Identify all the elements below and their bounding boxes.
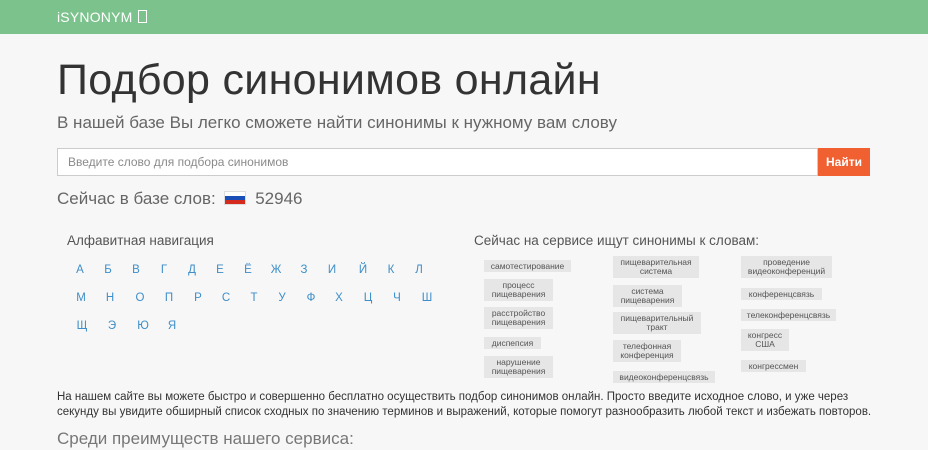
alphabet-letter[interactable]: К <box>384 264 398 276</box>
synonym-tag[interactable]: конференцсвязь <box>741 288 822 300</box>
alphabet-letter[interactable]: Ю <box>136 320 150 332</box>
alphabet-letter[interactable]: Л <box>412 264 426 276</box>
synonym-tag[interactable]: телефонная конференция <box>613 340 681 362</box>
top-navbar: iSYNONYM <box>0 0 928 34</box>
alphabet-letter[interactable]: З <box>297 264 311 276</box>
alphabet-letter[interactable]: М <box>74 292 88 304</box>
alphabet-letter[interactable]: Т <box>247 292 261 304</box>
alphabet-letter[interactable]: У <box>275 292 289 304</box>
synonym-tag[interactable]: нарушение пищеварения <box>484 356 553 378</box>
synonym-tag[interactable]: пищеварительная система <box>613 256 699 278</box>
alphabet-letter[interactable]: П <box>162 292 176 304</box>
page-title: Подбор синонимов онлайн <box>57 56 601 104</box>
alphabet-letter[interactable]: Ф <box>304 292 318 304</box>
alphabet-letter[interactable]: Э <box>105 320 119 332</box>
synonym-tag[interactable]: система пищеварения <box>613 285 682 307</box>
synonym-tag[interactable]: самотестирование <box>484 260 571 272</box>
synonym-tag[interactable]: диспепсия <box>484 337 541 349</box>
alphabet-letter[interactable]: Ё <box>241 264 255 276</box>
search-button[interactable]: Найти <box>818 148 870 176</box>
synonym-tag[interactable]: процесс пищеварения <box>484 279 553 301</box>
synonym-tag[interactable]: проведение видеоконференций <box>741 256 832 278</box>
alphabet-letter[interactable]: Ж <box>269 264 283 276</box>
synonym-tag[interactable]: расстройство пищеварения <box>484 307 553 329</box>
alphabet-letter[interactable]: Щ <box>75 320 89 332</box>
alphabet-heading: Алфавитная навигация <box>67 233 214 248</box>
alphabet-letter[interactable]: Г <box>157 264 171 276</box>
synonym-tag[interactable]: пищеварительный тракт <box>613 312 701 334</box>
alphabet-letter[interactable]: Ц <box>361 292 375 304</box>
alphabet-letter[interactable]: Ш <box>420 292 434 304</box>
synonym-tag[interactable]: видеоконференцсвязь <box>613 371 715 383</box>
alphabet-letter[interactable]: Н <box>103 292 117 304</box>
alphabet-letter[interactable]: С <box>219 292 233 304</box>
alphabet-letter[interactable]: Д <box>185 264 199 276</box>
alphabet-letter[interactable]: В <box>129 264 143 276</box>
site-description: На нашем сайте вы можете быстро и соверш… <box>57 391 872 418</box>
advantages-heading: Среди преимуществ нашего сервиса: <box>57 429 354 448</box>
alphabet-letter[interactable]: О <box>133 292 147 304</box>
word-count-value: 52946 <box>255 189 303 208</box>
alphabet-letter[interactable]: Б <box>101 264 115 276</box>
synonym-tag[interactable]: телеконференцсвязь <box>741 309 836 321</box>
alphabet-letter[interactable]: А <box>73 264 87 276</box>
alphabet-letter[interactable]: Х <box>332 292 346 304</box>
alphabet-letter[interactable]: Ч <box>390 292 404 304</box>
synonym-tag[interactable]: конгресс США <box>741 329 789 351</box>
brand-icon <box>137 10 147 23</box>
alphabet-letter[interactable]: И <box>325 264 339 276</box>
page-subtitle: В нашей базе Вы легко сможете найти сино… <box>57 113 617 132</box>
brand-logo[interactable]: iSYNONYM <box>57 9 147 25</box>
alphabet-letter[interactable]: Й <box>356 264 370 276</box>
brand-text[interactable]: iSYNONYM <box>57 9 133 25</box>
synonym-tag[interactable]: конгрессмен <box>741 360 806 372</box>
search-input[interactable] <box>57 148 818 176</box>
russian-flag-icon <box>224 191 247 205</box>
alphabet-letter[interactable]: Е <box>213 264 227 276</box>
searching-now-heading: Сейчас на сервисе ищут синонимы к словам… <box>474 233 760 248</box>
alphabet-letter[interactable]: Я <box>165 320 179 332</box>
alphabet-letter[interactable]: Р <box>191 292 205 304</box>
word-count-label: Сейчас в базе слов: <box>57 189 216 208</box>
word-count: Сейчас в базе слов: 52946 <box>57 189 302 209</box>
